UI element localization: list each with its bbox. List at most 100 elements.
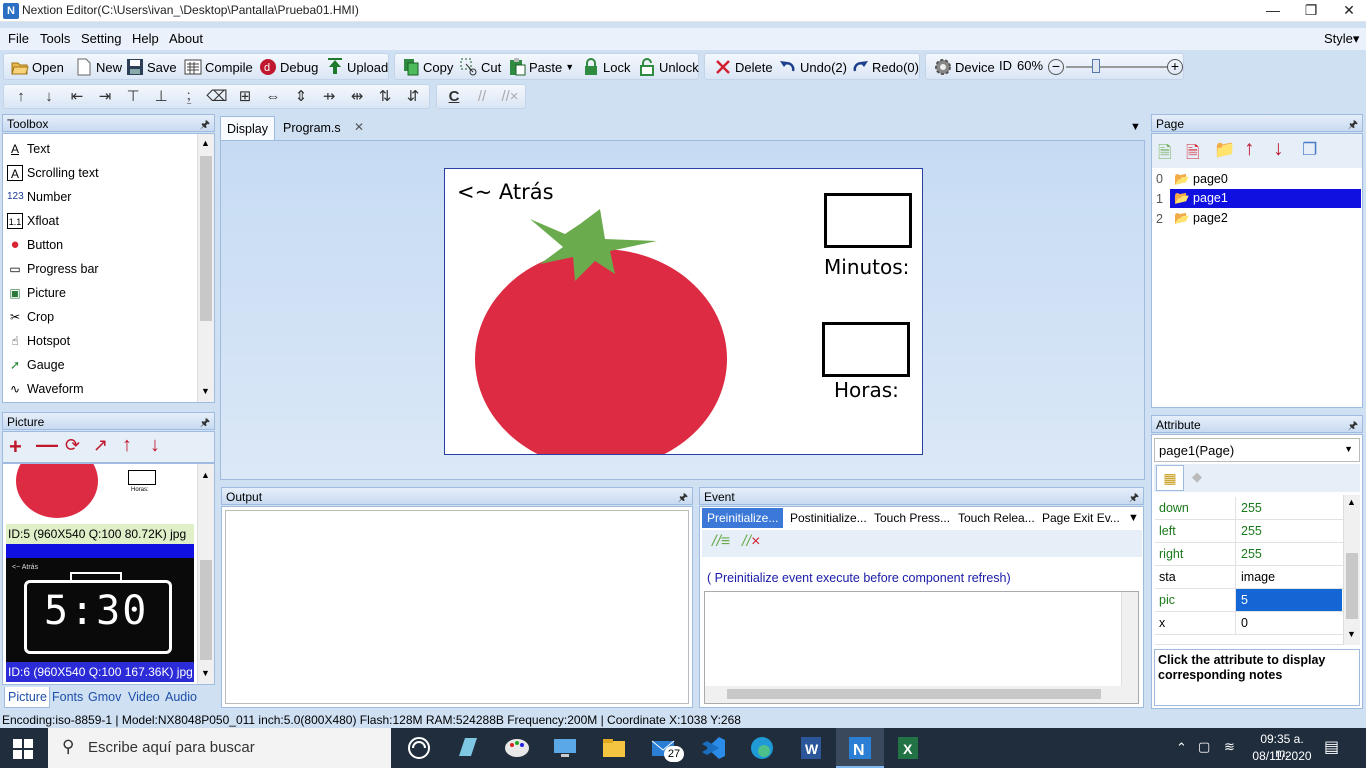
page-item-page1[interactable]: 📂 page1 [1170,189,1361,208]
device-button[interactable]: Device [934,58,995,76]
toolbox-item-number[interactable]: 123 Number [7,185,71,209]
align-bottom-icon[interactable]: ⊥ [150,86,172,108]
toolbox-item-waveform[interactable]: ∿ Waveform [7,377,84,401]
file-explorer-icon[interactable] [600,734,628,762]
menu-setting[interactable]: Setting [81,31,121,46]
toolbox-item-picture[interactable]: ▣ Picture [7,281,66,305]
attribute-row[interactable]: sta image [1155,566,1343,589]
style-menu[interactable]: Style▾ [1324,31,1359,47]
refresh-icon[interactable]: ⟳ [65,435,80,456]
new-button[interactable]: New [75,58,122,76]
menu-help[interactable]: Help [132,31,159,46]
attribute-row-selected[interactable]: pic 5 [1155,589,1343,612]
task-view-icon[interactable] [405,734,433,762]
tab-gmov[interactable]: Gmov [88,690,121,704]
nextion-taskbar-active[interactable]: N [836,728,884,768]
open-button[interactable]: Open [11,58,64,76]
copy-button[interactable]: Copy [402,58,453,76]
event-tab-postinitialize[interactable]: Postinitialize... [785,508,872,528]
event-tab-touch-release[interactable]: Touch Relea... [953,508,1040,528]
taskbar-search[interactable]: ⚲ Escribe aquí para buscar [48,728,391,768]
move-page-up-icon[interactable]: ↑ [1244,137,1255,161]
attribute-row[interactable]: left 255 [1155,520,1343,543]
uncomment-icon[interactable]: //× [499,86,521,108]
zoom-slider-thumb[interactable] [1092,59,1100,73]
toolbox-item-gauge[interactable]: ➚ Gauge [7,353,65,377]
unlock-button[interactable]: Unlock [638,58,699,76]
paint-app-icon[interactable] [503,734,531,762]
event-tab-page-exit[interactable]: Page Exit Ev... [1037,508,1125,528]
copy-page-icon[interactable]: ❐ [1302,140,1317,160]
center-horizontal-icon[interactable]: ⍮ [178,86,200,108]
paste-button[interactable]: Paste ▼ [508,58,574,76]
picture-scrollbar[interactable]: ▲ ▼ [197,464,214,684]
attribute-row[interactable]: down 255 [1155,497,1343,520]
scroll-up-icon[interactable]: ▲ [201,470,210,480]
arrow-down-icon[interactable]: ↓ [38,86,60,108]
edge-icon[interactable] [748,734,776,762]
toolbox-item-button[interactable]: ● Button [7,233,63,257]
minutes-box[interactable] [824,193,912,248]
event-tabs-more-icon[interactable]: ▼ [1128,512,1139,524]
id-button[interactable]: ID [999,58,1012,73]
compile-button[interactable]: Compile [184,58,253,76]
event-tab-touch-press[interactable]: Touch Press... [869,508,955,528]
toolbox-item-xfloat[interactable]: 1.1 Xfloat [7,209,59,233]
remote-desktop-icon[interactable] [551,734,579,762]
undo-button[interactable]: Undo(2) [779,58,847,76]
same-width-icon[interactable]: ⇔ [262,86,284,108]
tab-fonts[interactable]: Fonts [52,690,83,704]
add-page-icon[interactable]: 🗎 [1158,140,1172,169]
scroll-thumb[interactable] [200,560,212,660]
page-canvas[interactable]: <~ Atrás Minutos: Horas: [444,168,923,455]
tab-picture[interactable]: Picture [4,687,50,708]
add-icon[interactable]: + [9,434,22,460]
close-tab-icon[interactable]: ✕ [354,120,364,134]
page-item-page0[interactable]: 📂 page0 [1170,170,1360,189]
debug-button[interactable]: d Debug [259,58,318,76]
insert-page-icon[interactable]: 📁 [1214,140,1235,160]
center-vertical-icon[interactable]: ⌫ [206,86,228,108]
comment-lines-icon[interactable]: // [471,86,493,108]
notifications-icon[interactable]: ▤ [1324,737,1339,757]
scroll-down-icon[interactable]: ▼ [1347,629,1356,639]
toolbox-scrollbar[interactable]: ▲ ▼ [197,134,214,402]
mail-icon[interactable]: 27 [650,734,684,762]
vscode-icon[interactable] [699,734,727,762]
notes-app-icon[interactable] [453,734,481,762]
scroll-thumb[interactable] [200,156,212,321]
attribute-row[interactable]: right 255 [1155,543,1343,566]
move-page-down-icon[interactable]: ↓ [1273,137,1284,161]
scroll-thumb[interactable] [1346,553,1358,619]
event-view-icon[interactable]: ◆ [1192,469,1202,485]
delete-page-icon[interactable]: 🗎 [1186,140,1200,169]
tray-chevron-icon[interactable]: ⌃ [1176,740,1187,756]
align-top-icon[interactable]: ⊤ [122,86,144,108]
tab-audio[interactable]: Audio [165,690,197,704]
scroll-down-icon[interactable]: ▼ [201,668,210,678]
wifi-icon[interactable]: ≋ [1224,739,1235,755]
hours-box[interactable] [822,322,910,377]
paste-dropdown-icon[interactable]: ▼ [565,62,574,72]
export-icon[interactable]: ↗ [93,435,108,456]
event-code-editor[interactable] [704,591,1139,704]
scroll-up-icon[interactable]: ▲ [201,138,210,148]
page-item-page2[interactable]: 📂 page2 [1170,209,1360,228]
menu-tools[interactable]: Tools [40,31,70,46]
attribute-scrollbar[interactable]: ▲ ▼ [1343,495,1360,645]
word-icon[interactable]: W [797,734,825,762]
distribute-icon[interactable]: ⇅ [374,86,396,108]
center-both-icon[interactable]: ⊞ [234,86,256,108]
clock-date[interactable]: 08/11/2020 [1248,749,1316,763]
toolbox-item-scrolling-text[interactable]: A Scrolling text [7,161,99,185]
scroll-down-icon[interactable]: ▼ [201,386,210,396]
picture-thumb-6[interactable]: <~ Atrás 5:30 [6,558,194,662]
delete-button[interactable]: Delete [714,58,773,76]
code-scrollbar-h[interactable] [705,686,1138,703]
output-textarea[interactable] [225,510,689,704]
toolbox-item-hotspot[interactable]: ☝ Hotspot [7,329,70,353]
space-horizontal-icon[interactable]: ⇸ [318,86,340,108]
comment-icon[interactable]: C [443,86,465,108]
network-icon[interactable]: ▢ [1198,739,1210,755]
space-vertical-icon[interactable]: ⇹ [346,86,368,108]
